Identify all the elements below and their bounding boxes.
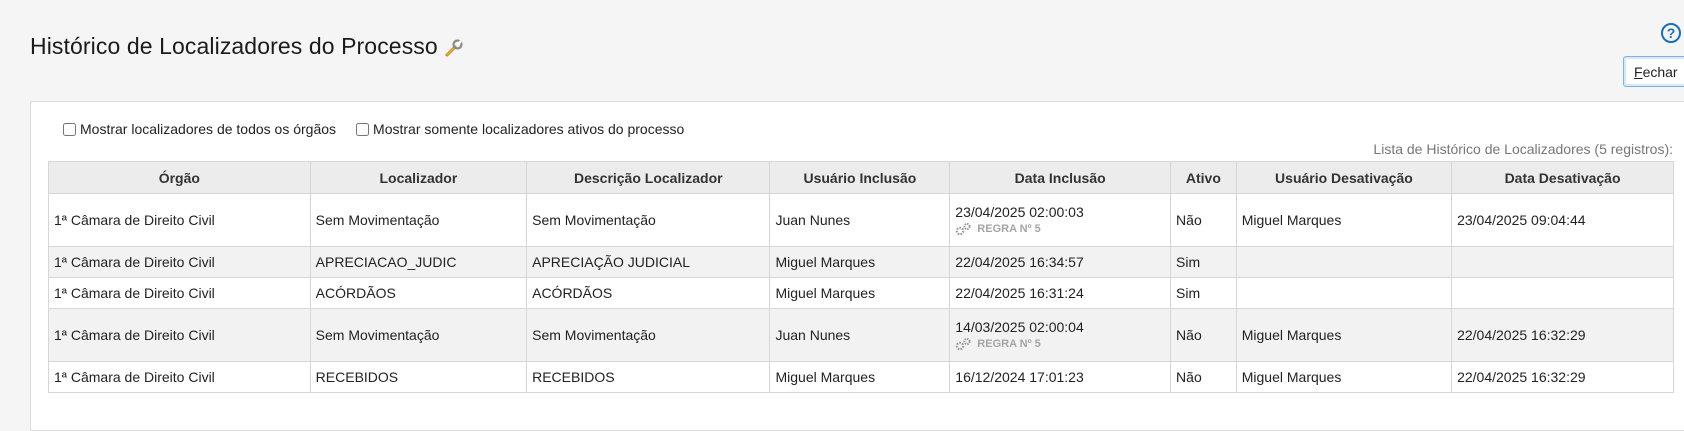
cell-descricao: RECEBIDOS	[526, 361, 771, 393]
all-organs-checkbox[interactable]	[63, 122, 76, 136]
cell-data-desativacao: 23/04/2025 09:04:44	[1451, 193, 1674, 247]
col-data-desativacao[interactable]: Data Desativação	[1451, 161, 1674, 194]
cell-data-inclusao: 14/03/2025 02:00:04 REGRA Nº 5	[949, 308, 1172, 362]
cell-usuario-inclusao: Miguel Marques	[769, 277, 951, 309]
help-icon[interactable]: ?	[1661, 23, 1681, 43]
cell-data-desativacao: 22/04/2025 16:32:29	[1451, 308, 1674, 362]
cell-localizador: ACÓRDÃOS	[309, 277, 528, 309]
cell-descricao: Sem Movimentação	[526, 193, 771, 247]
data-inclusao-value: 14/03/2025 02:00:04	[955, 319, 1084, 335]
col-descricao[interactable]: Descrição Localizador	[526, 161, 771, 194]
col-localizador[interactable]: Localizador	[309, 161, 528, 194]
cell-usuario-desativacao: Miguel Marques	[1235, 193, 1453, 247]
cell-ativo: Não	[1170, 193, 1237, 247]
col-orgao[interactable]: Órgão	[48, 161, 311, 194]
gears-icon	[955, 222, 971, 236]
filters: Mostrar localizadores de todos os órgãos…	[63, 121, 684, 137]
cell-localizador: APRECIACAO_JUDIC	[309, 246, 528, 278]
cell-data-inclusao: 16/12/2024 17:01:23	[949, 361, 1172, 393]
cell-ativo: Sim	[1170, 277, 1237, 309]
table-row: 1ª Câmara de Direito Civil Sem Movimenta…	[48, 308, 1674, 362]
table-row: 1ª Câmara de Direito Civil ACÓRDÃOS ACÓR…	[48, 277, 1674, 309]
cell-usuario-desativacao: Miguel Marques	[1235, 361, 1453, 393]
wrench-icon[interactable]	[444, 38, 464, 58]
cell-orgao: 1ª Câmara de Direito Civil	[48, 246, 311, 278]
cell-descricao: APRECIAÇÃO JUDICIAL	[526, 246, 771, 278]
cell-orgao: 1ª Câmara de Direito Civil	[48, 308, 311, 362]
cell-orgao: 1ª Câmara de Direito Civil	[48, 277, 311, 309]
table-header-row: Órgão Localizador Descrição Localizador …	[48, 161, 1674, 194]
cell-usuario-desativacao	[1235, 277, 1453, 309]
cell-usuario-desativacao: Miguel Marques	[1235, 308, 1453, 362]
history-table: Órgão Localizador Descrição Localizador …	[48, 161, 1674, 393]
gears-icon	[955, 337, 971, 351]
col-ativo[interactable]: Ativo	[1170, 161, 1237, 194]
cell-usuario-inclusao: Juan Nunes	[769, 308, 951, 362]
rule-label: REGRA Nº 5	[977, 338, 1041, 350]
cell-orgao: 1ª Câmara de Direito Civil	[48, 361, 311, 393]
table-caption: Lista de Histórico de Localizadores (5 r…	[1373, 141, 1673, 157]
col-usuario-desativacao[interactable]: Usuário Desativação	[1235, 161, 1453, 194]
all-organs-label: Mostrar localizadores de todos os órgãos	[80, 121, 337, 137]
table-row: 1ª Câmara de Direito Civil Sem Movimenta…	[48, 193, 1674, 247]
cell-data-desativacao	[1451, 277, 1674, 309]
cell-data-inclusao: 22/04/2025 16:31:24	[949, 277, 1172, 309]
cell-localizador: Sem Movimentação	[309, 308, 528, 362]
data-inclusao-value: 23/04/2025 02:00:03	[955, 204, 1084, 220]
cell-descricao: Sem Movimentação	[526, 308, 771, 362]
cell-usuario-inclusao: Miguel Marques	[769, 361, 951, 393]
cell-data-inclusao: 23/04/2025 02:00:03 REGRA Nº 5	[949, 193, 1172, 247]
page-title: Histórico de Localizadores do Processo	[30, 33, 464, 60]
col-usuario-inclusao[interactable]: Usuário Inclusão	[769, 161, 951, 194]
cell-usuario-desativacao	[1235, 246, 1453, 278]
only-active-label: Mostrar somente localizadores ativos do …	[373, 121, 685, 137]
cell-data-inclusao: 22/04/2025 16:34:57	[949, 246, 1172, 278]
cell-ativo: Não	[1170, 361, 1237, 393]
table-row: 1ª Câmara de Direito Civil RECEBIDOS REC…	[48, 361, 1674, 393]
cell-localizador: Sem Movimentação	[309, 193, 528, 247]
only-active-checkbox[interactable]	[356, 122, 370, 136]
rule-label: REGRA Nº 5	[977, 223, 1041, 235]
cell-data-desativacao: 22/04/2025 16:32:29	[1451, 361, 1674, 393]
col-data-inclusao[interactable]: Data Inclusão	[949, 161, 1172, 194]
cell-localizador: RECEBIDOS	[309, 361, 528, 393]
rule-badge: REGRA Nº 5	[955, 337, 1165, 351]
filter-all-organs[interactable]: Mostrar localizadores de todos os órgãos	[63, 121, 336, 137]
rule-badge: REGRA Nº 5	[955, 222, 1165, 236]
cell-orgao: 1ª Câmara de Direito Civil	[48, 193, 311, 247]
cell-ativo: Não	[1170, 308, 1237, 362]
cell-ativo: Sim	[1170, 246, 1237, 278]
history-panel: Mostrar localizadores de todos os órgãos…	[30, 101, 1684, 431]
cell-usuario-inclusao: Juan Nunes	[769, 193, 951, 247]
close-button[interactable]: Fechar	[1623, 56, 1684, 87]
cell-data-desativacao	[1451, 246, 1674, 278]
cell-usuario-inclusao: Miguel Marques	[769, 246, 951, 278]
filter-only-active[interactable]: Mostrar somente localizadores ativos do …	[356, 121, 684, 137]
table-row: 1ª Câmara de Direito Civil APRECIACAO_JU…	[48, 246, 1674, 278]
page-title-text: Histórico de Localizadores do Processo	[30, 33, 438, 60]
cell-descricao: ACÓRDÃOS	[526, 277, 771, 309]
